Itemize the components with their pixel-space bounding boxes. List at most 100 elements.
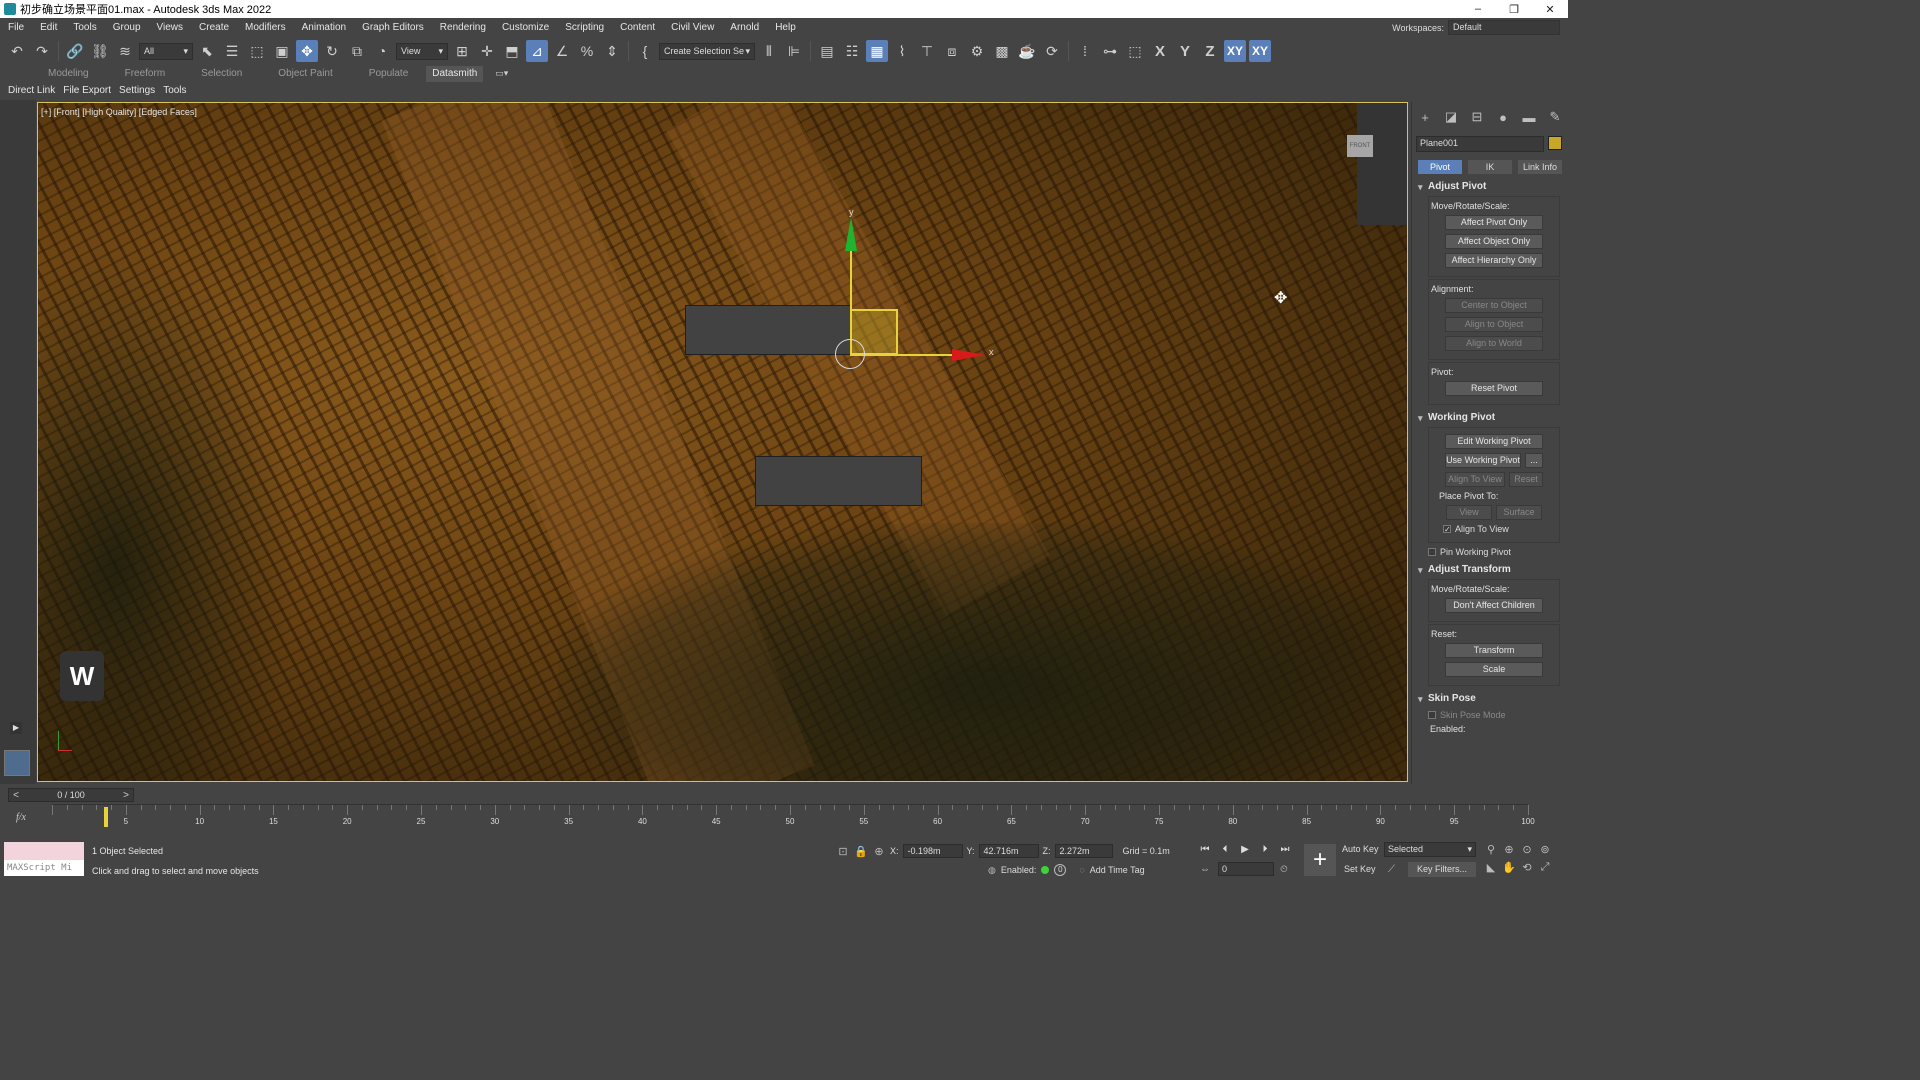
affect-hierarchy-only-button[interactable]: Affect Hierarchy Only <box>1445 253 1543 268</box>
menu-modifiers[interactable]: Modifiers <box>237 18 294 37</box>
selection-region-icon[interactable]: ⬚ <box>1124 40 1146 62</box>
display-tab-icon[interactable]: ▬ <box>1521 109 1537 125</box>
timeline-cursor[interactable] <box>104 807 108 827</box>
object-name-field[interactable]: Plane001 <box>1416 136 1544 152</box>
place-surface-button[interactable]: Surface <box>1496 505 1542 520</box>
key-mode-icon[interactable]: ⇔ <box>1200 864 1210 875</box>
next-frame-icon[interactable]: > <box>121 790 131 801</box>
tab-populate[interactable]: Populate <box>351 66 426 82</box>
x-coordinate-field[interactable]: -0.198m <box>902 844 963 858</box>
direct-link-button[interactable]: Direct Link <box>8 85 55 96</box>
menu-edit[interactable]: Edit <box>32 18 65 37</box>
orbit-icon[interactable]: ⟲ <box>1520 860 1534 874</box>
schematic-view-icon[interactable]: ⊤ <box>916 40 938 62</box>
menu-customize[interactable]: Customize <box>494 18 557 37</box>
close-button[interactable]: ✕ <box>1532 0 1568 18</box>
reset-working-pivot-button[interactable]: Reset <box>1509 472 1543 487</box>
select-manipulate-icon[interactable]: ✛ <box>476 40 498 62</box>
edit-named-selection-icon[interactable]: { <box>634 40 656 62</box>
pan-icon[interactable]: ✋ <box>1502 860 1516 874</box>
zoom-all-icon[interactable]: ⊕ <box>1502 842 1516 856</box>
tools-button[interactable]: Tools <box>163 85 186 96</box>
reset-scale-button[interactable]: Scale <box>1445 662 1543 677</box>
reset-pivot-button[interactable]: Reset Pivot <box>1445 381 1543 396</box>
mini-curve-editor-icon[interactable]: f/x <box>16 812 26 823</box>
rollout-title[interactable]: Working Pivot <box>1414 411 1566 425</box>
y-coordinate-field[interactable]: 42.716m <box>978 844 1039 858</box>
rendered-frame-icon[interactable]: ▩ <box>991 40 1013 62</box>
unlink-icon[interactable]: ⛓ <box>89 40 111 62</box>
gizmo-x-axis[interactable] <box>850 354 954 356</box>
render-production-icon[interactable]: ☕ <box>1016 40 1038 62</box>
align-to-view-checkbox[interactable]: ✓ Align To View <box>1443 524 1559 534</box>
key-filters-button[interactable]: Key Filters... <box>1408 862 1476 877</box>
named-selection-dropdown[interactable]: Create Selection Se ▾ <box>659 42 755 60</box>
redo-icon[interactable]: ↷ <box>31 40 53 62</box>
select-and-scale-icon[interactable]: ⧉ <box>346 40 368 62</box>
menu-content[interactable]: Content <box>612 18 663 37</box>
pin-working-pivot-checkbox[interactable]: Pin Working Pivot <box>1428 547 1566 557</box>
select-and-move-icon[interactable]: ✥ <box>296 40 318 62</box>
angle-snap-icon[interactable]: ∠ <box>551 40 573 62</box>
select-and-rotate-icon[interactable]: ↻ <box>321 40 343 62</box>
measure-icon[interactable]: ⊶ <box>1099 40 1121 62</box>
bind-spacewarp-icon[interactable]: ≋ <box>114 40 136 62</box>
window-crossing-icon[interactable]: ▣ <box>271 40 293 62</box>
maxscript-listener[interactable]: MAXScript Mi <box>4 842 84 878</box>
selection-filter-dropdown[interactable]: All ▾ <box>139 42 193 60</box>
align-to-view-button[interactable]: Align To View <box>1445 472 1505 487</box>
viewcube[interactable]: FRONT <box>1347 103 1407 225</box>
front-viewport[interactable]: [+] [Front] [High Quality] [Edged Faces]… <box>37 102 1408 782</box>
auto-key-button[interactable]: Auto Key <box>1342 842 1379 857</box>
key-selection-dropdown[interactable]: Selected ▾ <box>1384 842 1476 857</box>
time-config-icon[interactable]: ⏲ <box>1280 864 1288 875</box>
select-by-name-icon[interactable]: ☰ <box>221 40 243 62</box>
zoom-extents-icon[interactable]: ⊙ <box>1520 842 1534 856</box>
menu-tools[interactable]: Tools <box>65 18 104 37</box>
tab-object-paint[interactable]: Object Paint <box>260 66 350 82</box>
menu-arnold[interactable]: Arnold <box>722 18 767 37</box>
plane-object[interactable] <box>755 456 922 506</box>
motion-tab-icon[interactable]: ● <box>1495 109 1511 125</box>
set-key-large-icon[interactable]: + <box>1304 844 1336 876</box>
modify-tab-icon[interactable]: ◪ <box>1443 109 1459 125</box>
working-pivot-options-button[interactable]: ... <box>1525 453 1543 468</box>
add-time-tag[interactable]: Add Time Tag <box>1090 865 1145 875</box>
plane-object[interactable] <box>685 305 851 355</box>
menu-rendering[interactable]: Rendering <box>432 18 494 37</box>
rollout-title[interactable]: Skin Pose <box>1414 692 1566 706</box>
keyboard-shortcut-icon[interactable]: ⬒ <box>501 40 523 62</box>
select-object-icon[interactable]: ⬉ <box>196 40 218 62</box>
viewcube-front-face[interactable]: FRONT <box>1347 135 1373 157</box>
adaptive-degradation-icon[interactable]: ◍ <box>988 865 996 876</box>
dont-affect-children-button[interactable]: Don't Affect Children <box>1445 598 1543 613</box>
gizmo-center-circle[interactable] <box>835 339 865 369</box>
next-frame-icon[interactable]: ⏵ <box>1258 842 1272 856</box>
field-of-view-icon[interactable]: ◣ <box>1484 860 1498 874</box>
create-tab-icon[interactable]: + <box>1417 109 1433 125</box>
material-editor-icon[interactable]: ⧈ <box>941 40 963 62</box>
time-slider[interactable]: < 0 / 100 > <box>8 788 134 802</box>
key-tangent-icon[interactable]: ⟋ <box>1388 864 1395 875</box>
gizmo-y-arrow[interactable] <box>845 217 857 251</box>
tab-datasmith[interactable]: Datasmith <box>426 66 484 82</box>
viewport-layout-icon[interactable] <box>4 750 30 776</box>
select-and-place-icon[interactable]: ◔ <box>371 40 393 62</box>
constrain-x-button[interactable]: X <box>1149 40 1171 62</box>
time-tag-icon[interactable]: ◌ <box>1079 865 1084 875</box>
menu-graph-editors[interactable]: Graph Editors <box>354 18 432 37</box>
maximize-viewport-icon[interactable]: ⤢ <box>1538 860 1552 874</box>
rectangular-selection-icon[interactable]: ⬚ <box>246 40 268 62</box>
goto-end-icon[interactable]: ⏭ <box>1278 842 1292 856</box>
settings-button[interactable]: Settings <box>119 85 155 96</box>
edit-working-pivot-button[interactable]: Edit Working Pivot <box>1445 434 1543 449</box>
track-bar[interactable]: f/x 5 10 15 20 25 30 35 40 45 50 55 60 65 70 75 80 85 90 9… <box>0 804 1568 836</box>
reference-coordinate-dropdown[interactable]: View ▾ <box>396 42 448 60</box>
zoom-extents-all-icon[interactable]: ⊚ <box>1538 842 1552 856</box>
current-frame-field[interactable]: 0 <box>1218 862 1274 876</box>
expand-icon[interactable]: ▶ <box>10 722 22 734</box>
menu-file[interactable]: File <box>0 18 32 37</box>
minimize-button[interactable]: – <box>1460 0 1496 18</box>
constrain-z-button[interactable]: Z <box>1199 40 1221 62</box>
center-to-object-button[interactable]: Center to Object <box>1445 298 1543 313</box>
